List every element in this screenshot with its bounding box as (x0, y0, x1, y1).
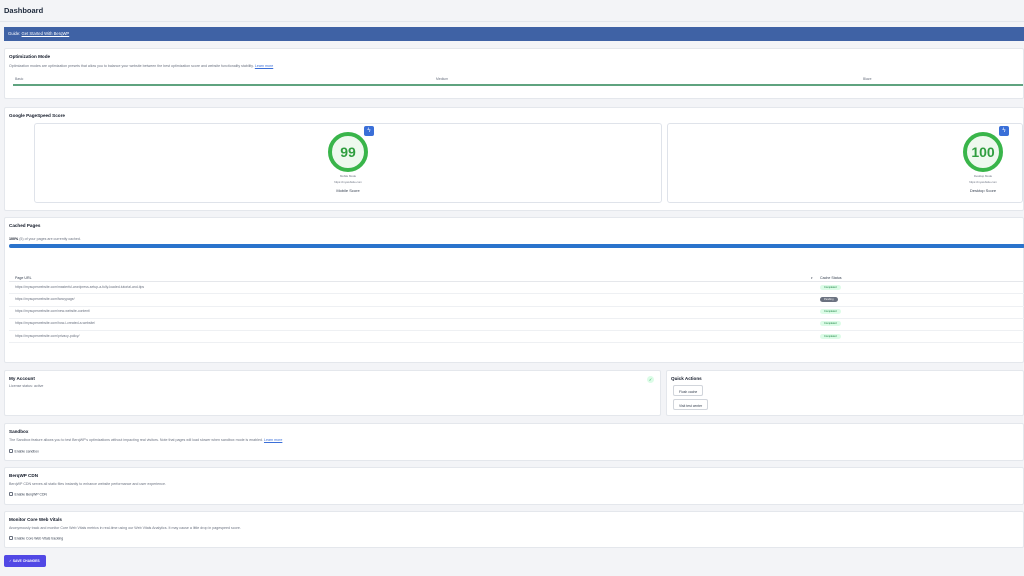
cache-status-badge: Completed (820, 321, 841, 327)
guide-link[interactable]: Get Started With BerqWP (22, 31, 70, 36)
cache-status-badge: Completed (820, 333, 841, 339)
page-url-cell[interactable]: https://mysuperwebsite.com/privacy-polic… (15, 334, 79, 338)
cache-progress-bar (9, 244, 1024, 248)
mobile-score-gauge: 99 (328, 132, 368, 172)
core-web-vitals-card: Monitor Core Web Vitals Anonymously trac… (4, 511, 1024, 548)
desktop-score-gauge: 100 (963, 132, 1003, 172)
table-row: https://mysuperwebsite.com/masterful-wor… (9, 282, 1024, 295)
cache-progress-fill (9, 244, 1024, 248)
cache-status-badge: Completed (820, 309, 841, 315)
slider-label-basic[interactable]: Basic (15, 77, 23, 81)
column-page-url[interactable]: Page URL (15, 276, 32, 280)
my-account-card: My Account License status: active ✓ (4, 370, 661, 416)
check-icon: ✓ (647, 376, 654, 383)
enable-sandbox-label: Enable sandbox (14, 449, 39, 454)
desktop-score-value: 100 (971, 144, 995, 160)
flush-cache-button[interactable]: Flush cache (673, 385, 704, 396)
save-changes-label: SAVE CHANGES (12, 559, 40, 563)
cwv-title: Monitor Core Web Vitals (9, 517, 62, 522)
save-changes-button[interactable]: ✓ SAVE CHANGES (4, 555, 46, 567)
checkbox-icon[interactable] (9, 536, 13, 540)
cached-pages-title: Cached Pages (9, 223, 41, 228)
cache-percent-description: (5) of your pages are currently cached. (19, 237, 81, 241)
pagespeed-card: Google PageSpeed Score ϟ 99 Mobile Mode … (4, 107, 1024, 211)
table-row: https://mysuperwebsite.com/how-i-created… (9, 319, 1024, 332)
desktop-score-box: ϟ 100 Desktop Mode https://mywebsite.com… (667, 123, 1023, 203)
pagespeed-title: Google PageSpeed Score (9, 113, 65, 118)
divider (0, 21, 1024, 22)
license-status: License status: active (9, 384, 44, 388)
cache-status-badge: Pending (820, 296, 838, 302)
enable-cwv-label: Enable Core Web Vitals tracking (14, 536, 64, 541)
cache-percent: 100% (9, 237, 19, 241)
checkbox-icon[interactable] (9, 492, 13, 496)
checkbox-icon[interactable] (9, 449, 13, 453)
enable-cwv-checkbox[interactable]: Enable Core Web Vitals tracking (9, 536, 63, 540)
sort-icon[interactable]: ▾ (811, 276, 813, 280)
guide-banner: Guide: Get Started With BerqWP (4, 27, 1024, 41)
sandbox-title: Sandbox (9, 429, 29, 434)
cwv-description: Anonymously track and monitor Core Web V… (9, 526, 241, 530)
visit-test-center-button[interactable]: Visit test center (673, 399, 709, 410)
quick-actions-title: Quick Actions (671, 376, 702, 381)
enable-cdn-checkbox[interactable]: Enable BerqWP CDN (9, 492, 47, 496)
sandbox-description-text: The Sandbox feature allows you to test B… (9, 438, 263, 442)
enable-sandbox-checkbox[interactable]: Enable sandbox (9, 449, 39, 453)
mobile-mode-label: Mobile Mode (339, 174, 356, 178)
optimization-description: Optimization modes are optimization pres… (9, 64, 273, 68)
sandbox-card: Sandbox The Sandbox feature allows you t… (4, 423, 1024, 461)
table-row: https://mysuperwebsite.com/fancypage/Pen… (9, 294, 1024, 307)
page-url-cell[interactable]: https://mysuperwebsite.com/masterful-wor… (15, 285, 144, 289)
page-url-cell[interactable]: https://mysuperwebsite.com/new-website-c… (15, 309, 90, 313)
cache-progress-text: 100% (5) of your pages are currently cac… (9, 237, 81, 241)
mobile-score-box: ϟ 99 Mobile Mode https://mywebsite.com M… (34, 123, 662, 203)
optimization-learn-more-link[interactable]: Learn more (255, 64, 273, 68)
cached-pages-card: Cached Pages 100% (5) of your pages are … (4, 217, 1024, 363)
guide-prefix: Guide: (8, 31, 21, 36)
quick-actions-card: Quick Actions Flush cache Visit test cen… (666, 370, 1024, 416)
slider-label-medium[interactable]: Medium (436, 77, 448, 81)
cdn-title: BerqWP CDN (9, 473, 39, 478)
optimization-title: Optimization Mode (9, 54, 51, 59)
slider-label-blaze[interactable]: Blaze (863, 77, 871, 81)
page-url-cell[interactable]: https://mysuperwebsite.com/fancypage/ (15, 297, 75, 301)
sandbox-description: The Sandbox feature allows you to test B… (9, 438, 282, 442)
mobile-url: https://mywebsite.com (334, 180, 362, 184)
optimization-slider[interactable] (13, 84, 1023, 86)
desktop-score-label: Desktop Score (969, 188, 997, 193)
bolt-icon: ϟ (364, 126, 374, 136)
cached-pages-table: Page URL ▾ Cache Status https://mysuperw… (9, 273, 1024, 344)
desktop-url: https://mywebsite.com (969, 180, 997, 184)
page-url-cell[interactable]: https://mysuperwebsite.com/how-i-created… (15, 321, 95, 325)
cdn-card: BerqWP CDN BerqWP CDN serves all static … (4, 467, 1024, 505)
cache-status-badge: Completed (820, 284, 841, 290)
optimization-mode-card: Optimization Mode Optimization modes are… (4, 48, 1024, 99)
table-header: Page URL ▾ Cache Status (9, 273, 1024, 282)
page-title: Dashboard (4, 6, 44, 15)
desktop-mode-label: Desktop Mode (973, 174, 993, 178)
table-row: https://mysuperwebsite.com/new-website-c… (9, 307, 1024, 319)
optimization-description-text: Optimization modes are optimization pres… (9, 64, 254, 68)
bolt-icon: ϟ (999, 126, 1009, 136)
table-row: https://mysuperwebsite.com/privacy-polic… (9, 331, 1024, 344)
column-cache-status[interactable]: Cache Status (820, 276, 842, 280)
check-icon: ✓ (9, 559, 12, 563)
my-account-title: My Account (9, 376, 35, 381)
enable-cdn-label: Enable BerqWP CDN (14, 492, 47, 497)
mobile-score-label: Mobile Score (336, 188, 360, 193)
cdn-description: BerqWP CDN serves all static files insta… (9, 482, 166, 486)
sandbox-learn-more-link[interactable]: Learn more (264, 438, 282, 442)
mobile-score-value: 99 (340, 144, 356, 160)
